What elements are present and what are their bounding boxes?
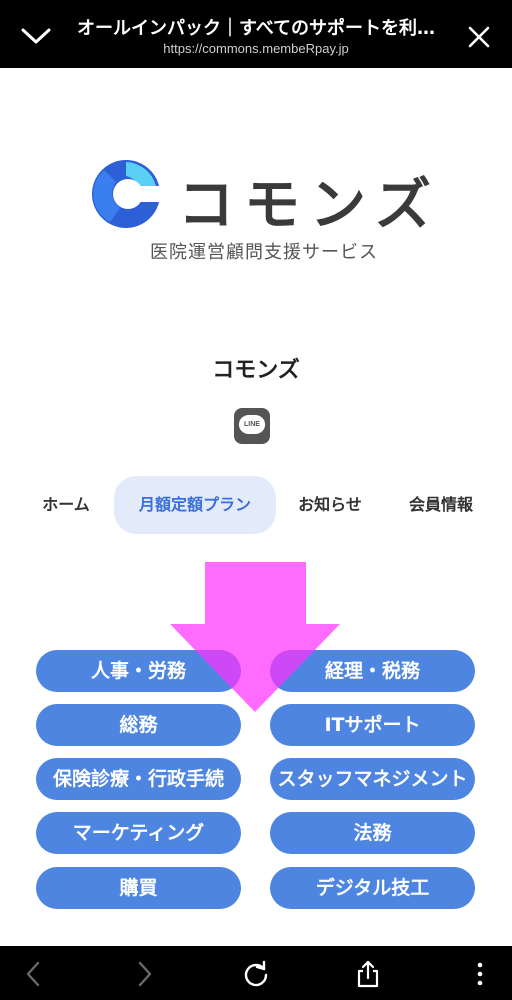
forward-icon[interactable] bbox=[130, 960, 158, 988]
share-icon[interactable] bbox=[354, 960, 382, 988]
page-title: オールインパック｜すべてのサポートを利… bbox=[76, 18, 436, 39]
site-name: コモンズ bbox=[212, 358, 300, 383]
logo-brand-text: コモンズ bbox=[178, 173, 441, 238]
line-icon[interactable]: LINE bbox=[234, 408, 270, 444]
back-icon[interactable] bbox=[20, 960, 48, 988]
nav-tabs: ホーム 月額定額プラン お知らせ 会員情報 bbox=[0, 476, 512, 534]
category-button-purchasing[interactable]: 購買 bbox=[36, 867, 241, 909]
category-button-legal[interactable]: 法務 bbox=[270, 812, 475, 854]
category-button-staff-management[interactable]: スタッフマネジメント bbox=[270, 758, 475, 800]
chevron-down-icon[interactable] bbox=[20, 24, 52, 46]
arrow-down-icon bbox=[170, 562, 340, 712]
line-label: LINE bbox=[244, 421, 260, 428]
browser-top-bar: オールインパック｜すべてのサポートを利… https://commons.mem… bbox=[0, 0, 512, 68]
tab-home[interactable]: ホーム bbox=[30, 476, 102, 534]
tab-monthly-plan[interactable]: 月額定額プラン bbox=[114, 476, 276, 534]
page-url: https://commons.membeRpay.jp bbox=[163, 41, 349, 56]
category-button-insurance[interactable]: 保険診療・行政手続 bbox=[36, 758, 241, 800]
site-logo[interactable]: コモンズ 医院運営顧問支援サービス bbox=[90, 158, 431, 268]
close-icon[interactable] bbox=[468, 26, 490, 48]
category-button-marketing[interactable]: マーケティング bbox=[36, 812, 241, 854]
reload-icon[interactable] bbox=[242, 960, 270, 988]
logo-mark-icon bbox=[92, 160, 160, 228]
logo-tagline: 医院運営顧問支援サービス bbox=[150, 242, 378, 263]
category-button-digital-tech[interactable]: デジタル技工 bbox=[270, 867, 475, 909]
browser-bottom-bar bbox=[0, 946, 512, 1000]
tab-member-info[interactable]: 会員情報 bbox=[398, 476, 484, 534]
more-icon[interactable] bbox=[466, 960, 494, 988]
tab-news[interactable]: お知らせ bbox=[288, 476, 372, 534]
